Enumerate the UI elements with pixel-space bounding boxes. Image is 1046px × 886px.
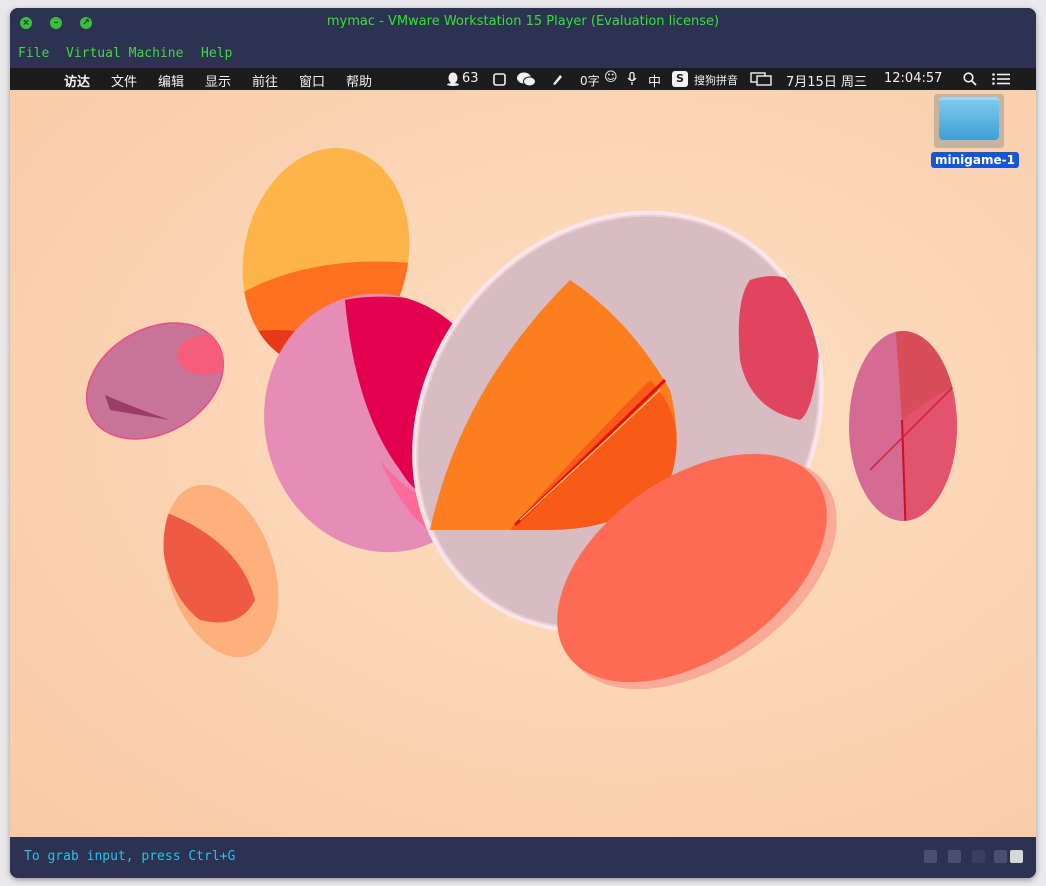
desktop-wallpaper (85, 148, 957, 690)
word-count[interactable]: 0字 (580, 72, 600, 89)
menu-view-cn[interactable]: 显示 (205, 71, 231, 90)
shape-disc-right (849, 331, 957, 521)
menu-virtual-machine[interactable]: Virtual Machine (66, 46, 183, 61)
desktop-icon-minigame[interactable]: minigame-1 (928, 94, 1019, 170)
grab-input-hint: To grab input, press Ctrl+G (24, 849, 236, 864)
menubar-time[interactable]: 12:04:57 (884, 71, 942, 86)
vmware-window: × – ↗ mymac - VMware Workstation 15 Play… (10, 8, 1036, 878)
wechat-icon[interactable] (516, 72, 536, 87)
folder-icon[interactable] (934, 94, 1004, 148)
network-adapter-icon[interactable] (948, 850, 961, 863)
message-log-icon[interactable] (1010, 850, 1023, 863)
app-menu-finder[interactable]: 访达 (64, 71, 90, 90)
vm-status-bar: To grab input, press Ctrl+G (10, 837, 1036, 878)
sogou-icon[interactable]: S (672, 71, 688, 87)
pin-icon[interactable] (550, 73, 563, 86)
emoji-icon[interactable]: ☺ (604, 70, 618, 85)
input-language[interactable]: 中 (648, 71, 661, 90)
guest-screen[interactable]: 访达 文件 编辑 显示 前往 窗口 帮助 63 0字 ☺ 中 S 搜狗拼音 7月… (10, 68, 1036, 837)
window-title: mymac - VMware Workstation 15 Player (Ev… (326, 14, 720, 29)
menu-file[interactable]: File (18, 46, 49, 61)
menu-help[interactable]: Help (201, 46, 232, 61)
qq-icon[interactable] (446, 72, 460, 86)
qq-count: 63 (462, 71, 479, 86)
menu-go-cn[interactable]: 前往 (252, 71, 278, 90)
shape-disc-mauve (85, 322, 233, 440)
sound-card-icon[interactable] (994, 850, 1007, 863)
notification-center-icon[interactable] (992, 73, 1010, 85)
vm-menubar: File Virtual Machine Help (10, 38, 1036, 68)
hard-disk-icon[interactable] (924, 850, 937, 863)
menubar-date[interactable]: 7月15日 周三 (786, 71, 867, 90)
input-method[interactable]: 搜狗拼音 (694, 72, 738, 88)
menu-help-cn[interactable]: 帮助 (346, 71, 372, 90)
usb-device-icon[interactable] (972, 850, 985, 863)
shape-disc-peach (160, 484, 279, 658)
menu-file-cn[interactable]: 文件 (111, 71, 137, 90)
spotlight-search-icon[interactable] (963, 72, 977, 86)
microphone-icon[interactable] (627, 72, 637, 86)
macos-menubar: 访达 文件 编辑 显示 前往 窗口 帮助 63 0字 ☺ 中 S 搜狗拼音 7月… (10, 68, 1036, 90)
desktop-icon-label[interactable]: minigame-1 (931, 152, 1019, 168)
title-bar: × – ↗ mymac - VMware Workstation 15 Play… (10, 8, 1036, 38)
screen-icon[interactable] (493, 73, 506, 86)
menu-edit-cn[interactable]: 编辑 (158, 71, 184, 90)
menu-window-cn[interactable]: 窗口 (299, 71, 325, 90)
display-mirroring-icon[interactable] (750, 72, 772, 86)
